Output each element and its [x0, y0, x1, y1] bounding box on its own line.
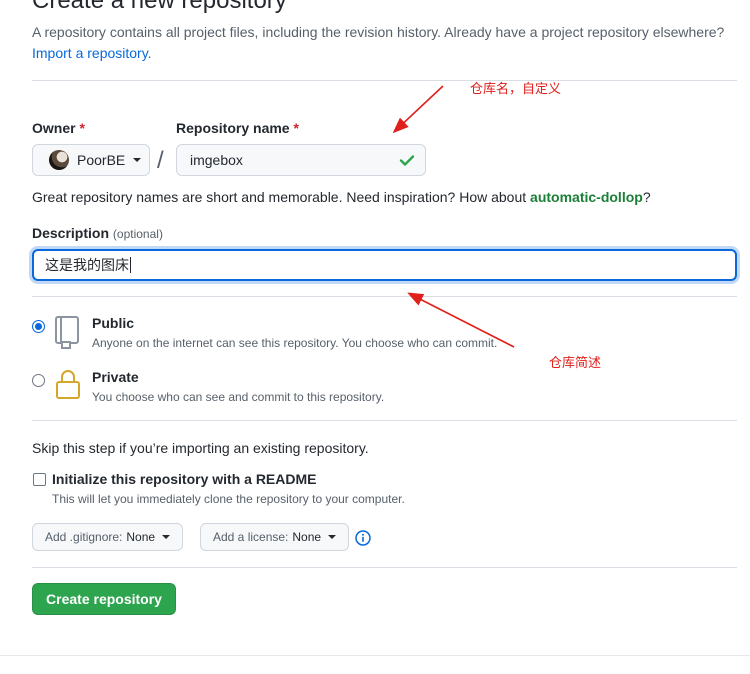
annotation-arrow-icon [407, 292, 515, 348]
annotation-arrow-icon [392, 85, 444, 134]
annotation-arrows [392, 85, 515, 348]
